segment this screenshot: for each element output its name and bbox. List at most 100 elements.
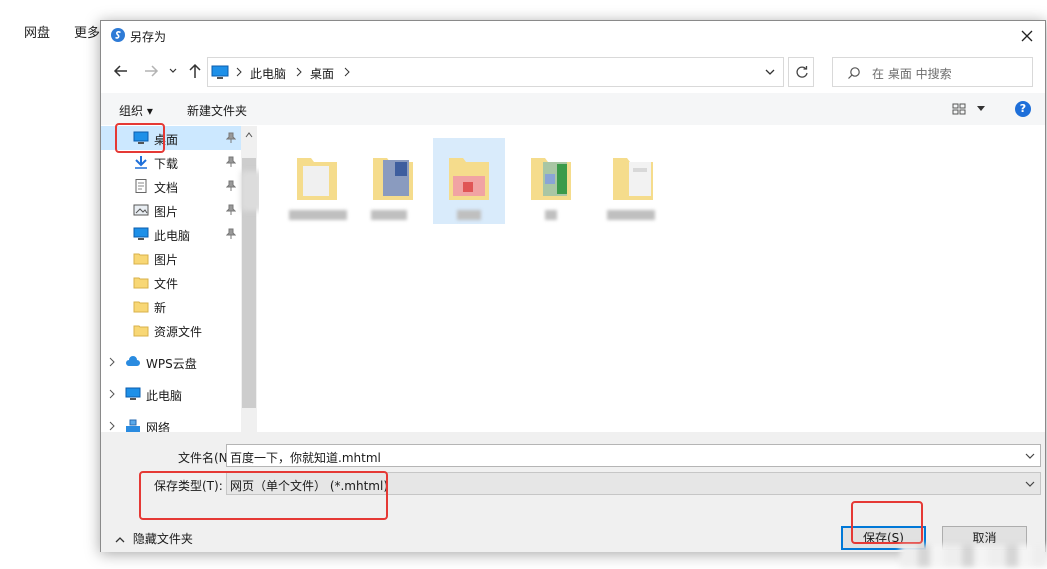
file-list-pane[interactable] [259, 126, 1045, 432]
nav-item-label: 新 [154, 301, 167, 315]
scroll-up-icon[interactable] [245, 131, 253, 139]
folder-icon [613, 158, 653, 200]
chevron-right-icon[interactable] [108, 357, 116, 367]
refresh-button[interactable] [788, 57, 814, 87]
refresh-icon [796, 66, 808, 78]
bg-nav-more[interactable]: 更多 [74, 22, 100, 41]
folder-icon [133, 325, 149, 337]
blurred-filename [289, 210, 347, 220]
title-bar[interactable]: 另存为 [101, 21, 1045, 51]
chevron-right-icon[interactable] [295, 66, 303, 78]
navigation-row: 此电脑 桌面 在 桌面 中搜索 [101, 57, 1045, 87]
search-icon [848, 67, 860, 79]
blurred-filename [607, 210, 655, 220]
blurred-filename [371, 210, 407, 220]
pin-icon [226, 180, 236, 191]
search-placeholder: 在 桌面 中搜索 [872, 67, 952, 81]
folder-icon [373, 158, 413, 200]
chevron-right-icon[interactable] [343, 66, 351, 78]
chevron-right-icon[interactable] [108, 389, 116, 399]
pin-icon [226, 132, 236, 143]
cloud-icon [126, 356, 140, 366]
breadcrumb-this-pc[interactable]: 此电脑 [250, 65, 286, 82]
nav-item-label: 此电脑 [154, 229, 191, 243]
breadcrumb-desktop[interactable]: 桌面 [310, 65, 334, 82]
nav-group-label: 此电脑 [146, 389, 183, 403]
back-arrow-icon[interactable] [111, 59, 131, 83]
nav-item-label: 下载 [154, 157, 179, 171]
help-icon[interactable]: ? [1015, 101, 1031, 117]
folder-icon [133, 301, 149, 313]
search-box[interactable]: 在 桌面 中搜索 [832, 57, 1033, 87]
nav-item-folder-files[interactable]: 文件 [101, 270, 241, 294]
hide-folders-label: 隐藏文件夹 [132, 532, 193, 546]
folder-icon [531, 158, 571, 200]
nav-group-label: WPS云盘 [146, 357, 197, 371]
folder-item[interactable] [433, 138, 505, 224]
nav-group-label: 网络 [146, 421, 171, 432]
view-options-icon[interactable] [952, 103, 966, 115]
redaction-blur [900, 545, 1047, 567]
folder-item[interactable] [281, 138, 353, 224]
pin-icon [226, 204, 236, 215]
nav-item-label: 文件 [154, 277, 179, 291]
folder-item[interactable] [357, 138, 429, 224]
nav-item-label: 图片 [154, 205, 179, 219]
download-icon [135, 156, 147, 169]
blurred-filename [545, 210, 557, 220]
nav-item-pictures[interactable]: 图片 [101, 198, 241, 222]
chevron-right-icon[interactable] [108, 421, 116, 431]
computer-icon [211, 65, 229, 79]
nav-item-downloads[interactable]: 下载 [101, 150, 241, 174]
nav-item-label: 文档 [154, 181, 179, 195]
bg-nav-netdisk[interactable]: 网盘 [24, 22, 50, 41]
computer-icon [125, 387, 141, 400]
filename-input[interactable]: 百度一下，你就知道.mhtml [226, 444, 1041, 467]
new-folder-button[interactable]: 新建文件夹 [187, 102, 247, 119]
folder-icon [133, 277, 149, 289]
nav-item-label: 图片 [154, 253, 179, 267]
folder-icon [449, 158, 489, 200]
organize-menu[interactable]: 组织 ▾ [119, 102, 153, 119]
app-icon [111, 28, 125, 42]
highlight-desktop [115, 123, 165, 153]
nav-item-folder-new[interactable]: 新 [101, 294, 241, 318]
network-icon [126, 419, 140, 432]
close-icon[interactable] [1015, 24, 1039, 48]
chevron-up-icon [115, 536, 125, 542]
folder-icon [133, 253, 149, 265]
chevron-down-icon[interactable] [1025, 451, 1035, 461]
recent-dropdown-icon[interactable] [167, 59, 179, 83]
nav-group-wps-cloud[interactable]: WPS云盘 [101, 350, 241, 374]
document-icon [135, 179, 147, 193]
hide-folders-toggle[interactable]: 隐藏文件夹 [115, 530, 193, 547]
command-toolbar: 组织 ▾ 新建文件夹 ? [101, 93, 1045, 125]
filename-value: 百度一下，你就知道.mhtml [230, 451, 381, 465]
chevron-down-icon[interactable] [765, 67, 775, 77]
folder-icon [297, 158, 337, 200]
address-bar[interactable]: 此电脑 桌面 [207, 57, 784, 87]
highlight-save [851, 501, 923, 544]
view-dropdown-icon[interactable] [976, 105, 986, 113]
nav-group-network[interactable]: 网络 [101, 414, 241, 432]
nav-item-documents[interactable]: 文档 [101, 174, 241, 198]
chevron-down-icon[interactable] [1025, 479, 1035, 489]
nav-item-folder-pictures[interactable]: 图片 [101, 246, 241, 270]
nav-group-this-pc[interactable]: 此电脑 [101, 382, 241, 406]
folder-item[interactable] [515, 138, 587, 224]
blurred-filename [457, 210, 481, 220]
dialog-title: 另存为 [130, 30, 167, 44]
forward-arrow-icon[interactable] [141, 59, 161, 83]
folder-item[interactable] [597, 138, 669, 224]
pin-icon [226, 156, 236, 167]
pin-icon [226, 228, 236, 239]
highlight-filetype [139, 471, 388, 520]
pictures-icon [133, 204, 149, 216]
navigation-pane: 桌面 下载 文档 图片 此电脑 图片 文件 新 资源文件 WPS云盘 此电脑 网… [101, 126, 259, 432]
nav-item-this-pc[interactable]: 此电脑 [101, 222, 241, 246]
computer-icon [133, 227, 149, 240]
nav-item-folder-resources[interactable]: 资源文件 [101, 318, 241, 342]
chevron-right-icon[interactable] [235, 66, 243, 78]
nav-item-label: 资源文件 [154, 325, 203, 339]
up-arrow-icon[interactable] [185, 59, 205, 83]
